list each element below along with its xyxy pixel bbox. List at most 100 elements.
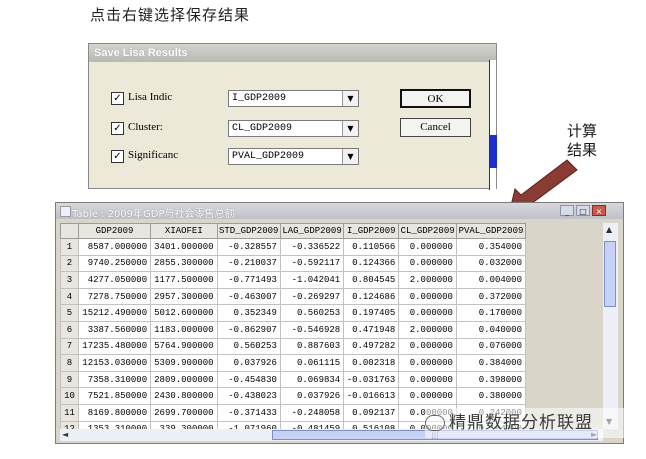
table-cell: 12153.030000 (77, 354, 152, 372)
table-cell: 7521.850000 (77, 387, 152, 405)
table-cell: 5764.900000 (150, 337, 218, 356)
table-cell: 0.092137 (343, 403, 400, 422)
table-cell: 2855.300000 (150, 254, 218, 273)
table-cell: 0.000000 (398, 287, 457, 306)
annotation-line-1: 计算 (567, 122, 598, 140)
table-row[interactable]: 7 17235.480000 5764.900000 0.560253 0.887603… (60, 337, 527, 356)
table-cell: 0.398000 (455, 370, 527, 389)
table-row[interactable]: 10 7521.850000 2430.800000 -0.438023 0.03792… (60, 387, 527, 405)
table-cell: 0.040000 (455, 320, 527, 339)
table-cell: 0.497282 (343, 337, 400, 356)
table-cell: 2809.000000 (150, 370, 218, 389)
row-number[interactable]: 4 (60, 287, 79, 306)
table-cell: 0.000000 (398, 304, 457, 322)
table-row[interactable]: 2 9740.250000 2855.300000 -0.210037 -0.59211… (60, 254, 527, 273)
table-cell: -0.269297 (279, 287, 345, 306)
chevron-down-icon[interactable]: ▼ (342, 149, 358, 164)
lisa-indicator-checkbox[interactable]: ✓ (111, 92, 124, 105)
table-row[interactable]: 4 7278.750000 2957.300000 -0.463007 -0.26929… (60, 287, 527, 306)
background-window-marker (490, 135, 497, 168)
close-icon[interactable]: × (592, 205, 606, 216)
chevron-down-icon[interactable]: ▼ (342, 121, 358, 136)
table-window-title: Table : 2009年GDP与社会零售总额 (72, 209, 235, 220)
row-number[interactable]: 11 (60, 403, 79, 422)
table-row[interactable]: 6 3387.560000 1183.000000 -0.862907 -0.54692… (60, 320, 527, 339)
wechat-icon (425, 415, 445, 431)
row-number[interactable]: 9 (60, 370, 79, 389)
table-cell: 0.380000 (455, 387, 527, 405)
table-cell: 9740.250000 (77, 254, 152, 273)
row-number[interactable]: 10 (60, 387, 79, 405)
cancel-button[interactable]: Cancel (400, 118, 471, 137)
table-cell: 0.032000 (455, 254, 527, 273)
row-number[interactable]: 7 (60, 337, 79, 356)
dialog-title: Save Lisa Results (89, 44, 496, 62)
table-cell: -0.031763 (343, 370, 400, 389)
table-cell: 0.004000 (455, 271, 527, 289)
table-cell: 7358.310000 (77, 370, 152, 389)
column-header[interactable]: I_GDP2009 (343, 223, 400, 239)
cluster-checkbox[interactable]: ✓ (111, 122, 124, 135)
table-cell: 0.110566 (343, 238, 400, 256)
table-row[interactable]: 9 7358.310000 2809.000000 -0.454830 0.069834… (60, 370, 527, 389)
table-cell: -0.328557 (216, 238, 281, 256)
table-cell: -0.592117 (279, 254, 345, 273)
scroll-up-icon[interactable]: ▲ (606, 225, 612, 234)
cluster-select[interactable]: CL_GDP2009 ▼ (228, 120, 359, 137)
table-cell: -0.546928 (279, 320, 345, 339)
table-cell: 8587.000000 (77, 238, 152, 256)
table-cell: 3387.560000 (77, 320, 152, 339)
table-cell: -0.248058 (279, 403, 345, 422)
vertical-scrollbar[interactable]: ▲ ▼ (603, 223, 618, 429)
annotation-label: 计算 结果 (567, 122, 611, 160)
table-cell: 1177.500000 (150, 271, 218, 289)
table-cell: -0.862907 (216, 320, 281, 339)
table-cell: 0.471948 (343, 320, 400, 339)
row-number[interactable]: 5 (60, 304, 79, 322)
row-number[interactable]: 3 (60, 271, 79, 289)
row-number[interactable]: 1 (60, 238, 79, 256)
table-row[interactable]: 1 8587.000000 3401.000000 -0.328557 -0.33652… (60, 238, 527, 256)
table-row[interactable]: 5 15212.490000 5012.600000 0.352349 0.560253… (60, 304, 527, 322)
column-header[interactable]: XIAOFEI (150, 223, 218, 239)
lisa-indicator-select[interactable]: I_GDP2009 ▼ (228, 90, 359, 107)
significance-select[interactable]: PVAL_GDP2009 ▼ (228, 148, 359, 165)
table-cell: 0.372000 (455, 287, 527, 306)
minimize-icon[interactable]: _ (560, 205, 574, 216)
table-cell: 0.560253 (216, 337, 281, 356)
table-cell: 0.352349 (216, 304, 281, 322)
table-cell: 0.000000 (398, 337, 457, 356)
table-cell: 0.384000 (455, 354, 527, 372)
table-cell: 7278.750000 (77, 287, 152, 306)
row-number[interactable]: 2 (60, 254, 79, 273)
table-cell: 0.000000 (398, 238, 457, 256)
row-number-header (60, 223, 79, 239)
row-number[interactable]: 6 (60, 320, 79, 339)
table-window-titlebar[interactable]: Table : 2009年GDP与社会零售总额 _ □ × (56, 203, 623, 220)
vertical-scroll-thumb[interactable] (604, 241, 616, 307)
column-header[interactable]: GDP2009 (77, 223, 152, 239)
table-cell: 3401.000000 (150, 238, 218, 256)
table-cell: 2957.300000 (150, 287, 218, 306)
scroll-left-icon[interactable]: ◄ (62, 430, 68, 439)
column-header[interactable]: LAG_GDP2009 (279, 223, 345, 239)
table-cell: -0.771493 (216, 271, 281, 289)
column-header[interactable]: STD_GDP2009 (216, 223, 281, 239)
ok-button[interactable]: OK (400, 89, 471, 108)
column-header[interactable]: CL_GDP2009 (398, 223, 457, 239)
column-header[interactable]: PVAL_GDP2009 (455, 223, 527, 239)
table-row[interactable]: 3 4277.050000 1177.500000 -0.771493 -1.04204… (60, 271, 527, 289)
table-cell: -0.371433 (216, 403, 281, 422)
table-cell: 0.000000 (398, 387, 457, 405)
table-row[interactable]: 8 12153.030000 5309.900000 0.037926 0.061115… (60, 354, 527, 372)
row-number[interactable]: 8 (60, 354, 79, 372)
table-cell: 0.197405 (343, 304, 400, 322)
table-cell: 0.887603 (279, 337, 345, 356)
table-cell: 0.000000 (398, 370, 457, 389)
chevron-down-icon[interactable]: ▼ (342, 91, 358, 106)
maximize-icon[interactable]: □ (576, 205, 590, 216)
significance-value: PVAL_GDP2009 (232, 151, 305, 162)
significance-checkbox[interactable]: ✓ (111, 150, 124, 163)
background-window-edge (489, 60, 496, 190)
table-cell: 0.076000 (455, 337, 527, 356)
